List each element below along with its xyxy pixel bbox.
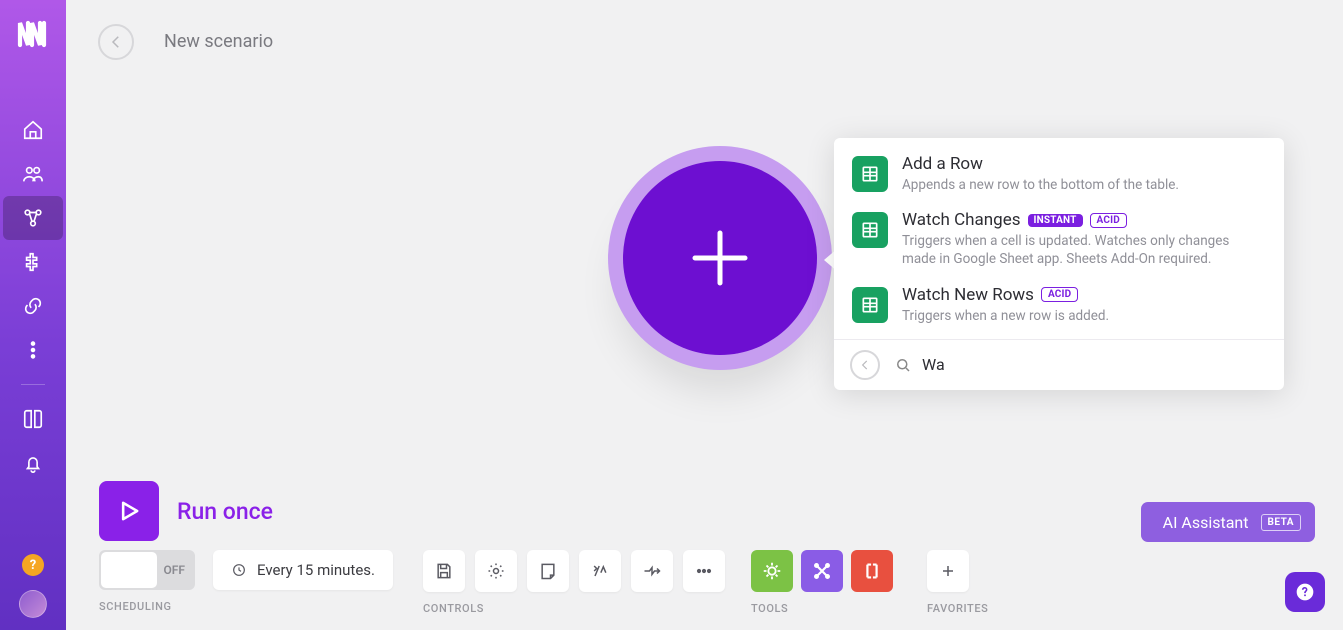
tool-flow-control[interactable] bbox=[751, 550, 793, 592]
avatar[interactable] bbox=[19, 590, 47, 618]
more-controls-button[interactable] bbox=[683, 550, 725, 592]
google-sheets-icon bbox=[852, 212, 888, 248]
schedule-interval-label: Every 15 minutes. bbox=[257, 561, 375, 579]
nav-team[interactable] bbox=[3, 152, 63, 196]
nav-connections[interactable] bbox=[3, 284, 63, 328]
action-item-watch-changes[interactable]: Watch Changes INSTANT ACID Triggers when… bbox=[834, 202, 1284, 276]
app-logo bbox=[14, 14, 52, 52]
popover-search-input[interactable] bbox=[922, 355, 1268, 374]
action-item-title: Watch New Rows bbox=[902, 285, 1034, 305]
toggle-state: OFF bbox=[164, 563, 185, 577]
favorites-section-label: FAVORITES bbox=[927, 602, 988, 615]
run-once-button[interactable] bbox=[99, 481, 159, 541]
beta-badge: BETA bbox=[1261, 514, 1302, 531]
module-halo bbox=[608, 146, 832, 370]
save-button[interactable] bbox=[423, 550, 465, 592]
favorites-section: FAVORITES bbox=[927, 550, 988, 615]
floating-help-button[interactable] bbox=[1285, 572, 1325, 612]
schedule-interval-button[interactable]: Every 15 minutes. bbox=[213, 550, 393, 590]
help-icon[interactable]: ? bbox=[22, 554, 44, 576]
scheduling-section: OFF Every 15 minutes. SCHEDULING bbox=[99, 550, 393, 613]
badge-instant: INSTANT bbox=[1028, 214, 1083, 227]
tool-text-parser[interactable] bbox=[851, 550, 893, 592]
action-item-desc: Triggers when a cell is updated. Watches… bbox=[902, 232, 1266, 268]
add-module-button[interactable] bbox=[623, 161, 817, 355]
action-item-title: Watch Changes bbox=[902, 210, 1021, 230]
popover-search bbox=[894, 355, 1268, 374]
nav-scenarios[interactable] bbox=[3, 196, 63, 240]
action-item-desc: Triggers when a new row is added. bbox=[902, 307, 1266, 325]
page-title: New scenario bbox=[164, 31, 273, 52]
search-icon bbox=[894, 356, 912, 374]
nav-more[interactable] bbox=[3, 328, 63, 372]
action-item-watch-new-rows[interactable]: Watch New Rows ACID Triggers when a new … bbox=[834, 277, 1284, 333]
nav-integrations[interactable] bbox=[3, 240, 63, 284]
settings-button[interactable] bbox=[475, 550, 517, 592]
ai-assistant-button[interactable]: AI Assistant BETA bbox=[1141, 502, 1315, 542]
nav-notifications[interactable] bbox=[3, 441, 63, 485]
ai-assistant-label: AI Assistant bbox=[1163, 513, 1249, 532]
action-item-title: Add a Row bbox=[902, 154, 983, 174]
auto-align-button[interactable] bbox=[579, 550, 621, 592]
explain-flow-button[interactable] bbox=[631, 550, 673, 592]
tool-tools[interactable] bbox=[801, 550, 843, 592]
tools-section-label: TOOLS bbox=[751, 602, 893, 615]
notes-button[interactable] bbox=[527, 550, 569, 592]
action-item-desc: Appends a new row to the bottom of the t… bbox=[902, 176, 1266, 194]
nav-docs[interactable] bbox=[3, 397, 63, 441]
tools-section: TOOLS bbox=[751, 550, 893, 615]
google-sheets-icon bbox=[852, 156, 888, 192]
controls-section-label: CONTROLS bbox=[423, 602, 725, 615]
clock-icon bbox=[231, 562, 247, 578]
add-favorite-button[interactable] bbox=[927, 550, 969, 592]
scheduling-section-label: SCHEDULING bbox=[99, 600, 393, 613]
sidebar: ? bbox=[0, 0, 66, 630]
run-block: Run once bbox=[99, 481, 273, 541]
action-item-add-row[interactable]: Add a Row Appends a new row to the botto… bbox=[834, 146, 1284, 202]
run-once-label: Run once bbox=[177, 498, 273, 525]
badge-acid: ACID bbox=[1041, 287, 1078, 302]
back-button[interactable] bbox=[98, 24, 134, 60]
badge-acid: ACID bbox=[1090, 213, 1127, 228]
popover-footer bbox=[834, 339, 1284, 390]
action-list: Add a Row Appends a new row to the botto… bbox=[834, 138, 1284, 339]
controls-section: CONTROLS bbox=[423, 550, 725, 615]
scheduling-toggle[interactable]: OFF bbox=[99, 550, 195, 590]
google-sheets-icon bbox=[852, 287, 888, 323]
nav-home[interactable] bbox=[3, 108, 63, 152]
action-picker-popover: Add a Row Appends a new row to the botto… bbox=[834, 138, 1284, 390]
popover-back-button[interactable] bbox=[850, 350, 880, 380]
